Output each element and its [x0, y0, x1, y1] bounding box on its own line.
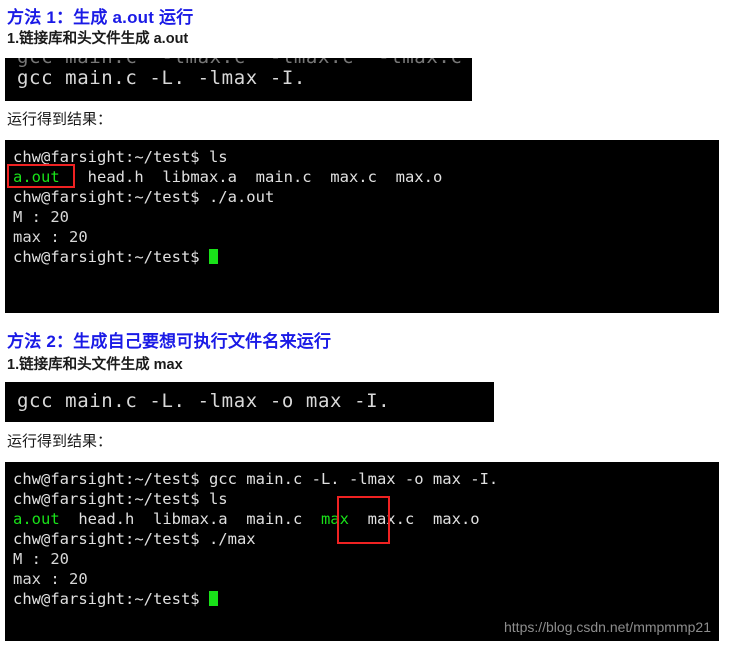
terminal-1-cursor — [208, 249, 218, 264]
terminal-1-output-max: max : 20 — [13, 228, 88, 246]
terminal-1-prompt-2: chw@farsight:~/test$ — [13, 188, 209, 206]
terminal-1-line-2: a.out head.h libmax.a main.c max.c max.o — [13, 167, 442, 187]
terminal-2-line-4: chw@farsight:~/test$ ./max — [13, 529, 256, 549]
terminal-2-cursor — [208, 591, 218, 606]
terminal-2-command-2: ls — [208, 490, 228, 508]
method-2-title: 方法 2：生成自己要想可执行文件名来运行 — [7, 332, 332, 351]
terminal-output-2: chw@farsight:~/test$ gcc main.c -L. -lma… — [5, 462, 719, 641]
terminal-1-command-1: ls — [208, 148, 228, 166]
terminal-1-line-6: chw@farsight:~/test$ — [13, 247, 218, 267]
terminal-1-line-1: chw@farsight:~/test$ ls — [13, 147, 228, 167]
terminal-2-line-1: chw@farsight:~/test$ gcc main.c -L. -lma… — [13, 469, 498, 489]
terminal-2-prompt-1: chw@farsight:~/test$ — [13, 470, 209, 488]
terminal-1-output-m: M : 20 — [13, 208, 69, 226]
terminal-2-listing-rest: max.c max.o — [348, 510, 480, 528]
terminal-1-prompt-1: chw@farsight:~/test$ — [13, 148, 209, 166]
terminal-2-command-1: gcc main.c -L. -lmax -o max -I. — [208, 470, 499, 488]
terminal-2-prompt-4: chw@farsight:~/test$ — [13, 590, 209, 608]
terminal-2-file-max: max — [320, 510, 349, 528]
method-1-title: 方法 1：生成 a.out 运行 — [7, 8, 194, 27]
terminal-1-listing-rest: head.h libmax.a main.c max.c max.o — [59, 168, 443, 186]
terminal-2-listing-middle: head.h libmax.a main.c — [59, 510, 321, 528]
terminal-2-line-7: chw@farsight:~/test$ — [13, 589, 218, 609]
terminal-output-1: chw@farsight:~/test$ ls a.out head.h lib… — [5, 140, 719, 313]
watermark-url: https://blog.csdn.net/mmpmmp21 — [504, 619, 711, 635]
terminal-2-prompt-3: chw@farsight:~/test$ — [13, 530, 209, 548]
terminal-2-file-aout: a.out — [13, 510, 60, 528]
method-2-step-title: 1.链接库和头文件生成 max — [7, 357, 183, 373]
terminal-2-prompt-2: chw@farsight:~/test$ — [13, 490, 209, 508]
terminal-2-line-3: a.out head.h libmax.a main.c max max.c m… — [13, 509, 480, 529]
page-root: 方法 1：生成 a.out 运行 1.链接库和头文件生成 a.out gcc m… — [0, 0, 730, 650]
command-block-2: gcc main.c -L. -lmax -o max -I. — [5, 382, 494, 422]
method-1-result-label: 运行得到结果： — [7, 111, 113, 128]
terminal-1-line-3: chw@farsight:~/test$ ./a.out — [13, 187, 274, 207]
terminal-2-line-2: chw@farsight:~/test$ ls — [13, 489, 228, 509]
terminal-2-output-m: M : 20 — [13, 550, 69, 568]
terminal-1-command-2: ./a.out — [208, 188, 275, 206]
command-block-1-command: gcc main.c -L. -lmax -I. — [17, 67, 306, 89]
command-block-1: gcc main.c -lmax.c -lmax.c -lmax.c gcc m… — [5, 58, 472, 101]
method-1-step-title: 1.链接库和头文件生成 a.out — [7, 31, 189, 47]
command-block-2-command: gcc main.c -L. -lmax -o max -I. — [17, 390, 391, 412]
terminal-2-output-max: max : 20 — [13, 570, 88, 588]
terminal-2-command-3: ./max — [208, 530, 256, 548]
terminal-1-file-aout: a.out — [13, 168, 60, 186]
method-2-result-label: 运行得到结果： — [7, 433, 113, 450]
terminal-1-prompt-3: chw@farsight:~/test$ — [13, 248, 209, 266]
